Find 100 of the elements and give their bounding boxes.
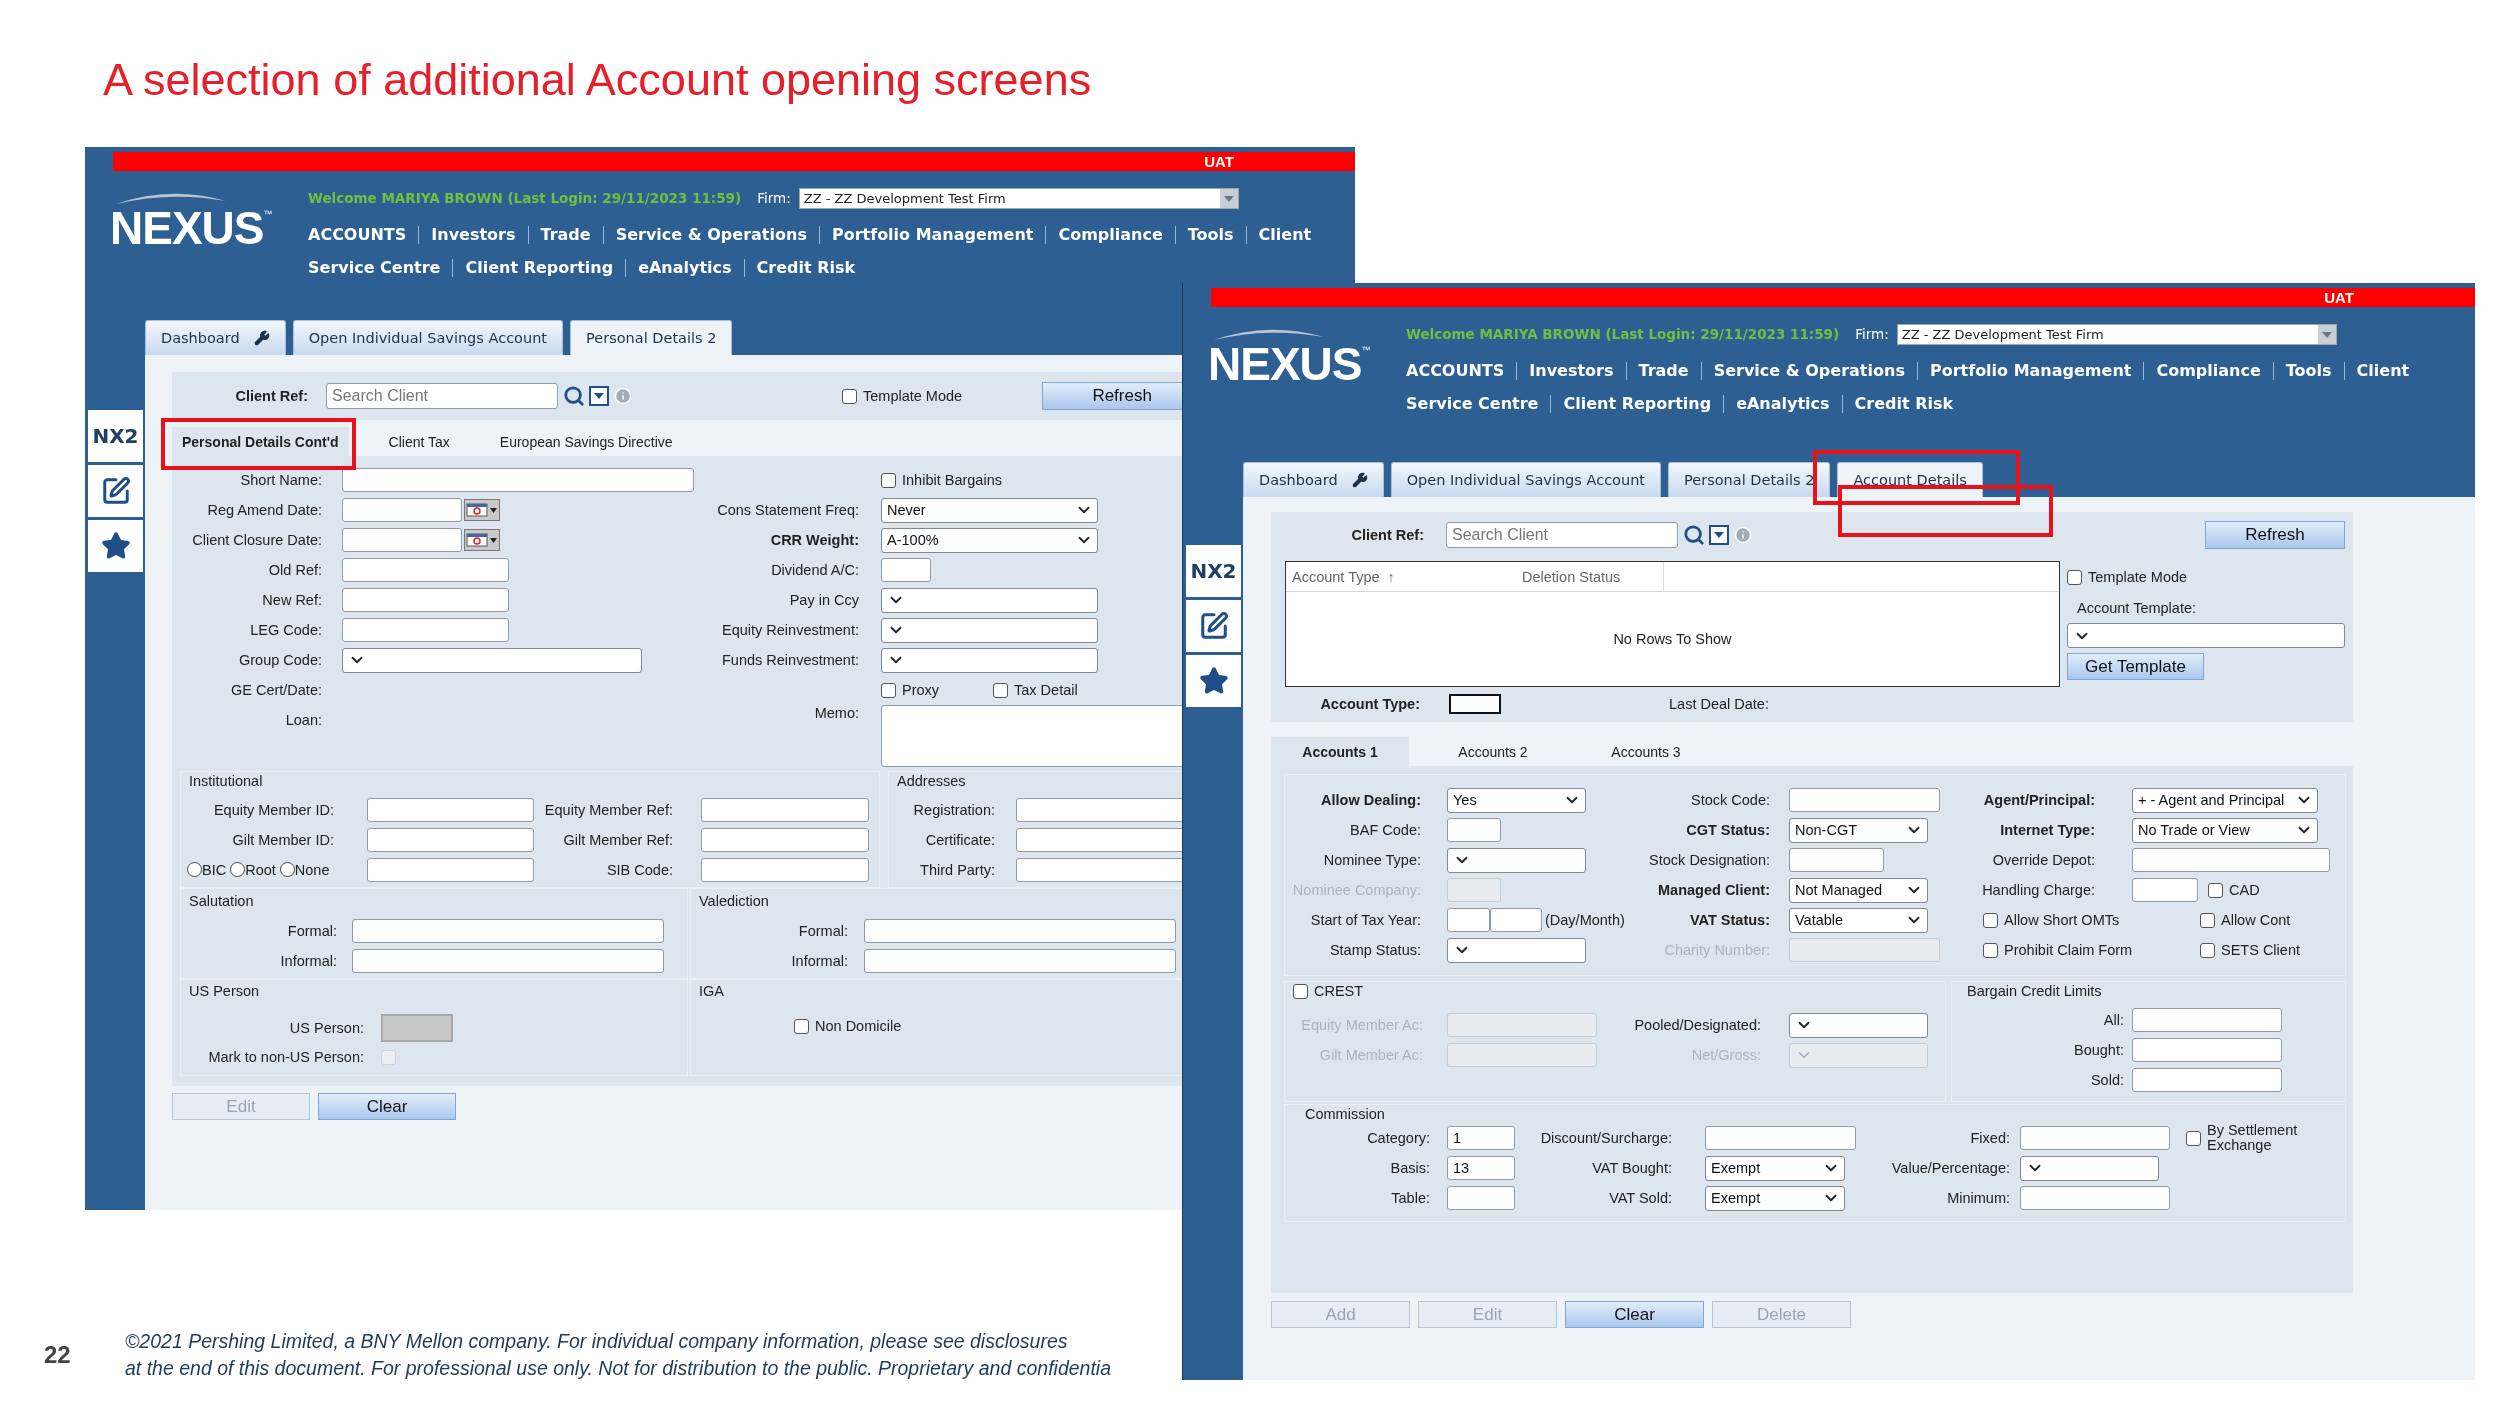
select-field[interactable]	[2020, 1155, 2159, 1181]
select-field[interactable]: Yes	[1447, 787, 1586, 813]
radio-button[interactable]	[279, 862, 295, 877]
checkbox[interactable]	[2208, 882, 2223, 898]
radio-label[interactable]: None	[294, 862, 330, 878]
firm-select[interactable]: ZZ - ZZ Development Test Firm	[1896, 323, 2337, 345]
dropdown-icon[interactable]	[589, 386, 609, 406]
select-field[interactable]	[342, 647, 642, 673]
sidebar-button[interactable]: NX2	[1186, 545, 1241, 597]
tab[interactable]: Personal Details 2	[570, 320, 733, 355]
search-field[interactable]: Search Client	[326, 383, 558, 409]
text-field[interactable]	[701, 798, 869, 822]
tab[interactable]: Dashboard	[1243, 462, 1384, 497]
checkbox-label[interactable]: Allow Short OMTs	[2004, 912, 2120, 928]
menu-item[interactable]: Client	[2343, 361, 2422, 380]
edit-button[interactable]	[88, 465, 143, 517]
date-field[interactable]	[342, 528, 462, 552]
checkbox[interactable]	[1983, 942, 1998, 958]
text-field[interactable]	[367, 828, 534, 852]
checkbox[interactable]	[881, 472, 896, 488]
checkbox[interactable]	[794, 1018, 809, 1034]
text-field[interactable]	[701, 858, 869, 882]
select-field[interactable]	[881, 647, 1098, 673]
checkbox-label[interactable]: Template Mode	[2088, 569, 2188, 585]
action-button[interactable]: Clear	[318, 1093, 456, 1120]
text-field[interactable]	[864, 949, 1176, 973]
search-field[interactable]: Search Client	[1446, 522, 1678, 548]
menu-item[interactable]: Tools	[2272, 361, 2344, 380]
search-icon[interactable]	[1683, 524, 1705, 546]
select-field[interactable]	[1447, 847, 1586, 873]
dropdown-icon[interactable]	[1709, 525, 1729, 545]
text-field[interactable]	[342, 558, 509, 582]
menu-item[interactable]: Compliance	[1045, 225, 1175, 244]
text-field[interactable]	[352, 949, 664, 973]
checkbox-label[interactable]: Inhibit Bargains	[902, 472, 1002, 488]
text-field[interactable]	[1016, 858, 1183, 882]
checkbox-label[interactable]: Proxy	[902, 682, 940, 698]
text-field[interactable]	[1789, 848, 1884, 872]
tab[interactable]: Open Individual Savings Account	[1390, 462, 1662, 497]
firm-select[interactable]: ZZ - ZZ Development Test Firm	[798, 187, 1239, 209]
sub-tab[interactable]: Accounts 1	[1271, 737, 1409, 766]
text-field[interactable]	[864, 919, 1176, 943]
text-field[interactable]: 1	[1447, 1126, 1515, 1150]
menu-item[interactable]: Client	[1245, 225, 1324, 244]
checkbox[interactable]	[2186, 1130, 2201, 1146]
text-field[interactable]: 13	[1447, 1156, 1515, 1180]
select-field[interactable]: Vatable	[1789, 907, 1928, 933]
tab[interactable]: Dashboard	[145, 320, 286, 355]
menu-item[interactable]: Investors	[418, 225, 528, 244]
refresh-button[interactable]: Refresh	[1042, 382, 1183, 410]
text-field[interactable]	[881, 558, 931, 582]
text-field[interactable]	[367, 858, 534, 882]
select-field[interactable]	[881, 587, 1098, 613]
sub-tab[interactable]: Personal Details Cont'd	[172, 427, 349, 456]
text-field[interactable]	[1016, 828, 1183, 852]
checkbox-label[interactable]: Non Domicile	[815, 1018, 902, 1034]
select-field[interactable]	[1789, 1042, 1928, 1068]
day-field[interactable]	[1447, 908, 1490, 932]
menu-item[interactable]: Tools	[1174, 225, 1246, 244]
select-field[interactable]	[2067, 623, 2345, 648]
checkbox[interactable]	[1983, 912, 1998, 928]
checkbox-label[interactable]: Template Mode	[863, 388, 963, 404]
favourites-button[interactable]	[88, 520, 143, 572]
menu-item[interactable]: ACCOUNTS	[1406, 361, 1517, 380]
sub-tab[interactable]: Accounts 2	[1424, 737, 1562, 766]
select-field[interactable]	[1447, 937, 1586, 963]
calendar-button[interactable]	[464, 529, 500, 551]
column-header[interactable]: Account Type ↑	[1286, 562, 1516, 591]
select-field[interactable]: + - Agent and Principal	[2132, 787, 2318, 813]
checkbox-label[interactable]: Prohibit Claim Form	[2004, 942, 2133, 958]
select-field[interactable]: Never	[881, 497, 1098, 523]
menu-item[interactable]: eAnalytics	[1723, 394, 1842, 413]
select-field[interactable]: Non-CGT	[1789, 817, 1928, 843]
radio-label[interactable]: BIC	[202, 862, 227, 878]
action-button[interactable]: Clear	[1565, 1301, 1704, 1328]
text-field[interactable]	[2132, 1068, 2282, 1092]
select-field[interactable]: Exempt	[1705, 1155, 1845, 1181]
checkbox-label[interactable]: CAD	[2229, 882, 2260, 898]
sub-tab[interactable]: European Savings Directive	[489, 427, 683, 456]
text-field[interactable]	[2132, 1008, 2282, 1032]
checkbox-label[interactable]: Tax Detail	[1014, 682, 1078, 698]
memo-field[interactable]	[881, 705, 1183, 767]
text-field[interactable]	[2020, 1126, 2170, 1150]
edit-button[interactable]	[1186, 600, 1241, 652]
text-field[interactable]	[1789, 788, 1940, 812]
tab[interactable]: Open Individual Savings Account	[292, 320, 564, 355]
radio-button[interactable]	[187, 862, 202, 877]
text-field[interactable]	[2132, 848, 2330, 872]
menu-item[interactable]: Service & Operations	[602, 225, 819, 244]
checkbox-label[interactable]: SETS Client	[2221, 942, 2300, 958]
select-field[interactable]: No Trade or View	[2132, 817, 2318, 843]
text-field[interactable]	[1016, 798, 1183, 822]
select-field[interactable]: Exempt	[1705, 1185, 1845, 1211]
text-field[interactable]	[342, 468, 694, 492]
checkbox[interactable]	[2200, 912, 2215, 928]
text-field[interactable]	[2132, 1038, 2282, 1062]
menu-item[interactable]: Credit Risk	[743, 258, 868, 277]
text-field[interactable]	[1447, 1186, 1515, 1210]
menu-item[interactable]: Client Reporting	[452, 258, 626, 277]
info-icon[interactable]	[614, 387, 632, 405]
